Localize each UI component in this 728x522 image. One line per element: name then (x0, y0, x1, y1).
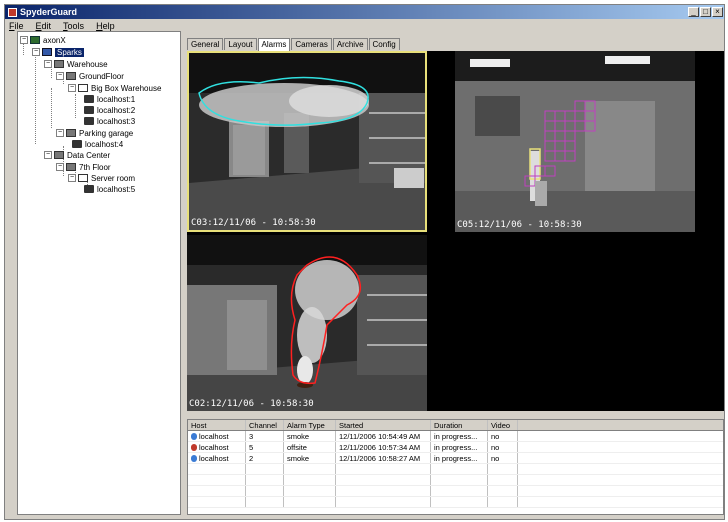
tab-cameras[interactable]: Cameras (291, 38, 332, 50)
smoke-alarm-icon (191, 454, 197, 462)
device-tree: − axonX − Sparks − Warehouse − GroundFlo… (17, 31, 181, 515)
column-duration[interactable]: Duration (431, 420, 488, 430)
column-started[interactable]: Started (336, 420, 431, 430)
tree-node-sparks[interactable]: − Sparks (32, 47, 84, 57)
alarm-channel: 3 (246, 431, 284, 441)
table-row[interactable]: localhost 2 smoke 12/11/2006 10:58:27 AM… (188, 453, 723, 464)
tree-node-cam3[interactable]: localhost:3 (84, 116, 135, 126)
camera-view-c02[interactable]: C02:12/11/06 - 10:58:30 (187, 235, 427, 411)
camera-icon (84, 95, 94, 103)
tree-node-7thfloor[interactable]: − 7th Floor (56, 162, 111, 172)
column-video[interactable]: Video (488, 420, 518, 430)
title-bar: SpyderGuard _ □ × (5, 5, 724, 19)
tab-alarms[interactable]: Alarms (257, 38, 291, 51)
alarm-host: localhost (199, 442, 229, 452)
tree-node-parking[interactable]: − Parking garage (56, 128, 133, 138)
table-row[interactable]: localhost 3 smoke 12/11/2006 10:54:49 AM… (188, 431, 723, 442)
alarm-started: 12/11/2006 10:58:27 AM (336, 453, 431, 463)
camera-view-c03[interactable]: C03:12/11/06 - 10:58:30 (187, 51, 427, 232)
tab-layout[interactable]: Layout (224, 38, 257, 50)
column-host[interactable]: Host (188, 420, 246, 430)
network-icon (30, 36, 40, 44)
alarm-channel: 5 (246, 442, 284, 452)
camera-c05-image (455, 51, 695, 232)
alarm-table-header: Host Channel Alarm Type Started Duration… (188, 420, 723, 431)
tab-general[interactable]: General (187, 38, 224, 50)
building-icon (54, 60, 64, 68)
site-icon (42, 48, 52, 56)
alarm-host: localhost (199, 453, 229, 463)
building-icon (54, 151, 64, 159)
alarm-host: localhost (199, 431, 229, 441)
alarm-type: smoke (284, 431, 336, 441)
maximize-button[interactable]: □ (700, 7, 711, 17)
menu-file[interactable]: File (9, 21, 24, 31)
menu-help[interactable]: Help (96, 21, 115, 31)
room-icon (78, 174, 88, 182)
alarm-video: no (488, 453, 518, 463)
video-grid: C03:12/11/06 - 10:58:30 C05:12/11/06 - 1… (187, 51, 724, 411)
camera-c05-timestamp: C05:12/11/06 - 10:58:30 (457, 220, 582, 230)
tree-node-cam2[interactable]: localhost:2 (84, 105, 135, 115)
tree-node-cam4[interactable]: localhost:4 (72, 139, 123, 149)
close-button[interactable]: × (712, 7, 723, 17)
tree-node-bigbox[interactable]: − Big Box Warehouse (68, 83, 161, 93)
tab-config[interactable]: Config (368, 38, 400, 50)
alarm-duration: in progress... (431, 442, 488, 452)
tree-node-root[interactable]: − axonX (20, 35, 66, 45)
room-icon (78, 84, 88, 92)
camera-icon (84, 185, 94, 193)
floor-icon (66, 129, 76, 137)
alarm-video: no (488, 431, 518, 441)
floor-icon (66, 163, 76, 171)
minimize-button[interactable]: _ (688, 7, 699, 17)
floor-icon (66, 72, 76, 80)
alarm-duration: in progress... (431, 431, 488, 441)
tab-archive[interactable]: Archive (332, 38, 368, 50)
column-alarm-type[interactable]: Alarm Type (284, 420, 336, 430)
column-channel[interactable]: Channel (246, 420, 284, 430)
camera-c02-image (187, 235, 427, 411)
camera-c03-timestamp: C03:12/11/06 - 10:58:30 (191, 218, 316, 228)
alarm-type: smoke (284, 453, 336, 463)
alarm-video: no (488, 442, 518, 452)
camera-c03-image (189, 53, 425, 230)
menu-tools[interactable]: Tools (63, 21, 84, 31)
tree-node-groundfloor[interactable]: − GroundFloor (56, 71, 124, 81)
alarm-duration: in progress... (431, 453, 488, 463)
menu-edit[interactable]: Edit (36, 21, 52, 31)
window-title: SpyderGuard (20, 7, 78, 17)
smoke-alarm-icon (191, 432, 197, 440)
alarm-started: 12/11/2006 10:57:34 AM (336, 442, 431, 452)
tree-node-datacenter[interactable]: − Data Center (44, 150, 110, 160)
table-row[interactable]: localhost 5 offsite 12/11/2006 10:57:34 … (188, 442, 723, 453)
alarm-started: 12/11/2006 10:54:49 AM (336, 431, 431, 441)
alarm-channel: 2 (246, 453, 284, 463)
alarm-type: offsite (284, 442, 336, 452)
camera-icon (84, 106, 94, 114)
offsite-alarm-icon (191, 443, 197, 451)
tree-node-cam1[interactable]: localhost:1 (84, 94, 135, 104)
app-icon (8, 7, 17, 17)
camera-view-c05[interactable]: C05:12/11/06 - 10:58:30 (455, 51, 695, 232)
camera-c02-timestamp: C02:12/11/06 - 10:58:30 (189, 399, 314, 409)
camera-icon (84, 117, 94, 125)
tree-node-warehouse[interactable]: − Warehouse (44, 59, 108, 69)
tree-node-serverroom[interactable]: − Server room (68, 173, 135, 183)
camera-icon (72, 140, 82, 148)
tab-bar: General Layout Alarms Cameras Archive Co… (187, 38, 401, 51)
tree-node-cam5[interactable]: localhost:5 (84, 184, 135, 194)
alarm-table: Host Channel Alarm Type Started Duration… (187, 419, 724, 515)
